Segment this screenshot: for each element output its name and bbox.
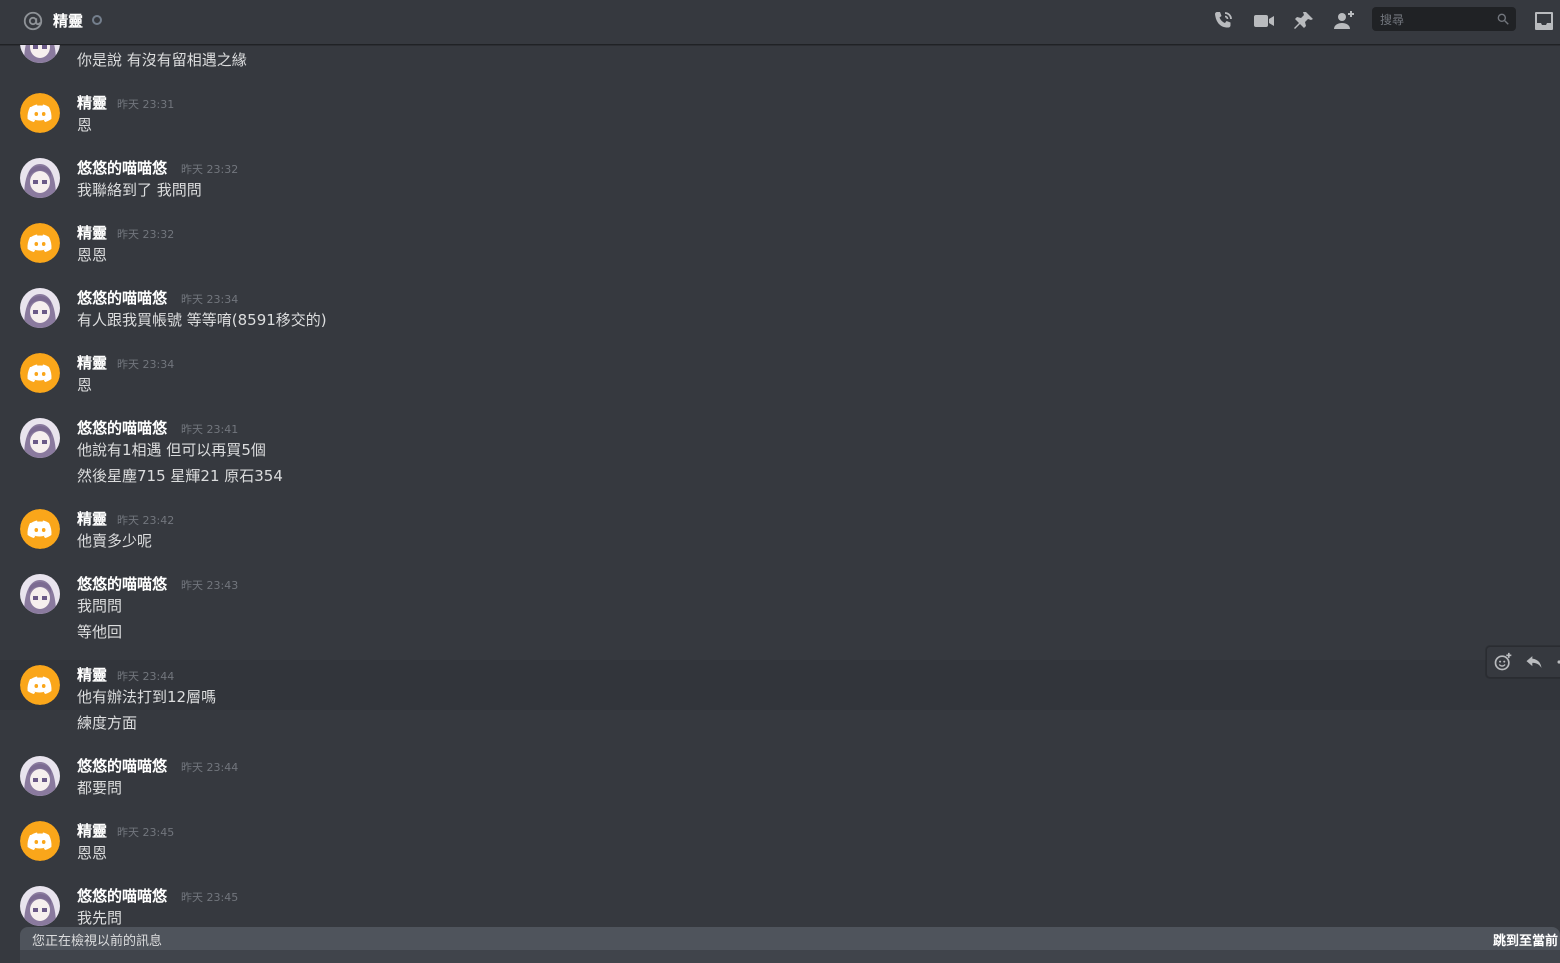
- timestamp: 昨天 23:45: [117, 826, 175, 839]
- discord-logo-icon: [20, 509, 60, 549]
- user-avatar[interactable]: [20, 886, 60, 926]
- status-indicator: [92, 15, 102, 25]
- author-name[interactable]: 精靈: [77, 508, 107, 529]
- user-avatar[interactable]: [20, 45, 60, 63]
- search-box[interactable]: [1372, 7, 1516, 31]
- message-text: 他賣多少呢: [77, 532, 153, 550]
- message[interactable]: 精靈 昨天 23:45 恩恩: [0, 811, 1560, 871]
- discord-logo-icon: [20, 665, 60, 705]
- at-icon: [23, 11, 43, 31]
- user-avatar[interactable]: [20, 158, 60, 198]
- author-name[interactable]: 精靈: [77, 352, 107, 373]
- message[interactable]: 精靈 昨天 23:44 他有辦法打到12層嗎 練度方面: [0, 655, 1560, 741]
- author-name[interactable]: 精靈: [77, 664, 107, 685]
- timestamp: 昨天 23:34: [181, 293, 239, 306]
- message[interactable]: 悠悠的喵喵悠 昨天 23:41 他說有1相遇 但可以再買5個 然後星塵715 星…: [0, 408, 1560, 494]
- message-text: 恩恩: [77, 844, 108, 862]
- timestamp: 昨天 23:43: [181, 579, 239, 592]
- message-text: 都要問: [77, 779, 123, 797]
- video-call-icon[interactable]: [1252, 9, 1276, 33]
- phone-call-icon[interactable]: [1211, 9, 1235, 33]
- message-text: 我聯絡到了 我問問: [77, 181, 202, 199]
- message[interactable]: 精靈 昨天 23:42 他賣多少呢: [0, 499, 1560, 559]
- discord-logo-icon: [20, 821, 60, 861]
- channel-name: 精靈: [53, 12, 84, 30]
- inbox-icon[interactable]: [1532, 9, 1556, 33]
- search-input[interactable]: [1378, 11, 1494, 29]
- author-name[interactable]: 精靈: [77, 92, 107, 113]
- message-text: 有人跟我買帳號 等等唷(8591移交的): [77, 311, 327, 329]
- timestamp: 昨天 23:44: [181, 761, 239, 774]
- reply-icon[interactable]: [1524, 652, 1544, 672]
- user-avatar[interactable]: [20, 353, 60, 393]
- message[interactable]: 精靈 昨天 23:31 恩: [0, 83, 1560, 143]
- author-name[interactable]: 精靈: [77, 820, 107, 841]
- timestamp: 昨天 23:44: [117, 670, 175, 683]
- discord-logo-icon: [20, 223, 60, 263]
- message[interactable]: 精靈 昨天 23:34 恩: [0, 343, 1560, 403]
- message-text: 你是說 有沒有留相遇之緣: [77, 51, 247, 69]
- discord-logo-icon: [20, 353, 60, 393]
- message-actions-toolbar: [1486, 646, 1560, 678]
- user-avatar[interactable]: [20, 93, 60, 133]
- message[interactable]: 悠悠的喵喵悠 昨天 23:34 有人跟我買帳號 等等唷(8591移交的): [0, 278, 1560, 338]
- message-text: 然後星塵715 星輝21 原石354: [77, 467, 283, 485]
- timestamp: 昨天 23:32: [117, 228, 175, 241]
- pin-icon[interactable]: [1292, 9, 1316, 33]
- timestamp: 昨天 23:41: [181, 423, 239, 436]
- message[interactable]: 悠悠的喵喵悠 昨天 23:44 都要問: [0, 746, 1560, 806]
- author-name[interactable]: 悠悠的喵喵悠: [77, 287, 167, 308]
- author-name[interactable]: 悠悠的喵喵悠: [77, 885, 167, 906]
- app-window: 精靈 搜尋 你是說 有沒有留相遇之緣 精靈 昨天 23:31 恩 悠悠的喵喵悠 …: [0, 0, 1560, 963]
- message[interactable]: 悠悠的喵喵悠 昨天 23:43 我問問 等他回: [0, 564, 1560, 650]
- message-text: 他說有1相遇 但可以再買5個: [77, 441, 266, 459]
- add-friend-icon[interactable]: [1332, 9, 1356, 33]
- author-name[interactable]: 悠悠的喵喵悠: [77, 573, 167, 594]
- message-text: 他有辦法打到12層嗎: [77, 688, 217, 706]
- user-avatar[interactable]: [20, 223, 60, 263]
- discord-logo-icon: [20, 93, 60, 133]
- message-text: 我先問: [77, 909, 123, 927]
- message[interactable]: 精靈 昨天 23:32 恩恩: [0, 213, 1560, 273]
- timestamp: 昨天 23:34: [117, 358, 175, 371]
- user-avatar[interactable]: [20, 756, 60, 796]
- user-avatar[interactable]: [20, 509, 60, 549]
- jump-to-present-link[interactable]: 跳到至當前: [1493, 930, 1558, 949]
- message-text: 我問問: [77, 597, 123, 615]
- message-text: 恩恩: [77, 246, 108, 264]
- author-name[interactable]: 精靈: [77, 222, 107, 243]
- message[interactable]: 你是說 有沒有留相遇之緣: [0, 45, 1560, 73]
- timestamp: 昨天 23:32: [181, 163, 239, 176]
- add-reaction-icon[interactable]: [1493, 652, 1513, 672]
- timestamp: 昨天 23:42: [117, 514, 175, 527]
- user-avatar[interactable]: [20, 418, 60, 458]
- message-text: 恩: [77, 376, 93, 394]
- message-text: 練度方面: [77, 714, 138, 732]
- channel-header: 精靈: [0, 0, 1560, 45]
- message-composer[interactable]: [20, 950, 1560, 963]
- older-messages-notice: 您正在檢視以前的訊息: [32, 934, 163, 949]
- message-text: 恩: [77, 116, 93, 134]
- user-avatar[interactable]: [20, 665, 60, 705]
- more-options-icon[interactable]: [1555, 652, 1560, 672]
- user-avatar[interactable]: [20, 821, 60, 861]
- search-icon: [1497, 13, 1509, 25]
- author-name[interactable]: 悠悠的喵喵悠: [77, 755, 167, 776]
- older-messages-bar: 您正在檢視以前的訊息 跳到至當前: [20, 927, 1560, 950]
- message-list: 你是說 有沒有留相遇之緣 精靈 昨天 23:31 恩 悠悠的喵喵悠 昨天 23:…: [0, 45, 1560, 927]
- message[interactable]: 悠悠的喵喵悠 昨天 23:45 我先問: [0, 876, 1560, 927]
- author-name[interactable]: 悠悠的喵喵悠: [77, 157, 167, 178]
- author-name[interactable]: 悠悠的喵喵悠: [77, 417, 167, 438]
- timestamp: 昨天 23:45: [181, 891, 239, 904]
- message[interactable]: 悠悠的喵喵悠 昨天 23:32 我聯絡到了 我問問: [0, 148, 1560, 208]
- user-avatar[interactable]: [20, 288, 60, 328]
- message-text: 等他回: [77, 623, 123, 641]
- timestamp: 昨天 23:31: [117, 98, 175, 111]
- user-avatar[interactable]: [20, 574, 60, 614]
